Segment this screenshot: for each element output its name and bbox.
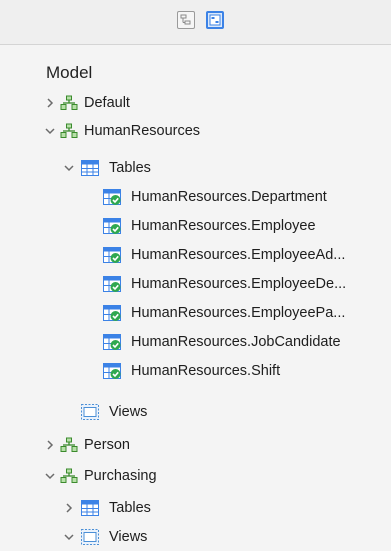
tables-folder-icon: [81, 500, 99, 516]
table-check-icon: [103, 363, 121, 379]
table-item[interactable]: HumanResources.Department: [0, 184, 391, 210]
tables-folder-icon: [81, 160, 99, 176]
tree-item-label: Views: [109, 529, 148, 545]
table-check-icon: [103, 218, 121, 234]
chevron-down-icon[interactable]: [63, 162, 75, 174]
schema-icon: [60, 123, 78, 138]
sidebar-toolbar: [0, 0, 391, 45]
tree-item-label: Views: [109, 404, 148, 420]
table-item[interactable]: HumanResources.Employee: [0, 213, 391, 239]
model-heading: Model: [46, 63, 93, 82]
chevron-right-icon[interactable]: [44, 439, 56, 451]
chevron-down-icon[interactable]: [44, 470, 56, 482]
tree-item-label: Tables: [109, 160, 151, 176]
tree-item-person[interactable]: Person: [0, 432, 391, 458]
tree-item-views[interactable]: Views: [0, 399, 391, 425]
chevron-right-icon[interactable]: [63, 502, 75, 514]
tree-item-label: HumanResources.Shift: [131, 363, 281, 379]
schema-icon: [60, 437, 78, 452]
tree-item-label: HumanResources.Employee: [131, 218, 316, 234]
views-folder-icon: [81, 529, 99, 545]
table-check-icon: [103, 334, 121, 350]
chevron-down-icon[interactable]: [44, 125, 56, 137]
tree-item-label: Default: [84, 95, 130, 111]
file-tree-icon[interactable]: [177, 11, 195, 29]
views-folder-icon: [81, 404, 99, 420]
tree-item-label: Purchasing: [84, 468, 157, 484]
tree-item-label: HumanResources.EmployeeAd...: [131, 247, 346, 263]
table-item[interactable]: HumanResources.Shift: [0, 358, 391, 384]
table-check-icon: [103, 247, 121, 263]
chevron-down-icon[interactable]: [63, 531, 75, 543]
tree-item-label: HumanResources.EmployeeDe...: [131, 276, 347, 292]
table-check-icon: [103, 276, 121, 292]
schema-icon: [60, 468, 78, 483]
schema-icon: [60, 95, 78, 110]
table-item[interactable]: HumanResources.EmployeePa...: [0, 300, 391, 326]
tree-item-default[interactable]: Default: [0, 90, 391, 116]
chevron-right-icon[interactable]: [44, 97, 56, 109]
tree-item-humanresources[interactable]: HumanResources: [0, 118, 391, 144]
tree-item-label: Person: [84, 437, 130, 453]
table-item[interactable]: HumanResources.JobCandidate: [0, 329, 391, 355]
tree-item-views[interactable]: Views: [0, 524, 391, 550]
table-item[interactable]: HumanResources.EmployeeDe...: [0, 271, 391, 297]
tree-item-purchasing[interactable]: Purchasing: [0, 463, 391, 489]
tree-item-tables[interactable]: Tables: [0, 495, 391, 521]
database-model-icon[interactable]: [206, 11, 224, 29]
tree-item-label: Tables: [109, 500, 151, 516]
tree-item-label: HumanResources.EmployeePa...: [131, 305, 346, 321]
table-item[interactable]: HumanResources.EmployeeAd...: [0, 242, 391, 268]
tree-item-label: HumanResources.JobCandidate: [131, 334, 341, 350]
tree-item-label: HumanResources.Department: [131, 189, 327, 205]
table-check-icon: [103, 305, 121, 321]
tree-item-tables[interactable]: Tables: [0, 155, 391, 181]
tree-item-label: HumanResources: [84, 123, 201, 139]
table-check-icon: [103, 189, 121, 205]
